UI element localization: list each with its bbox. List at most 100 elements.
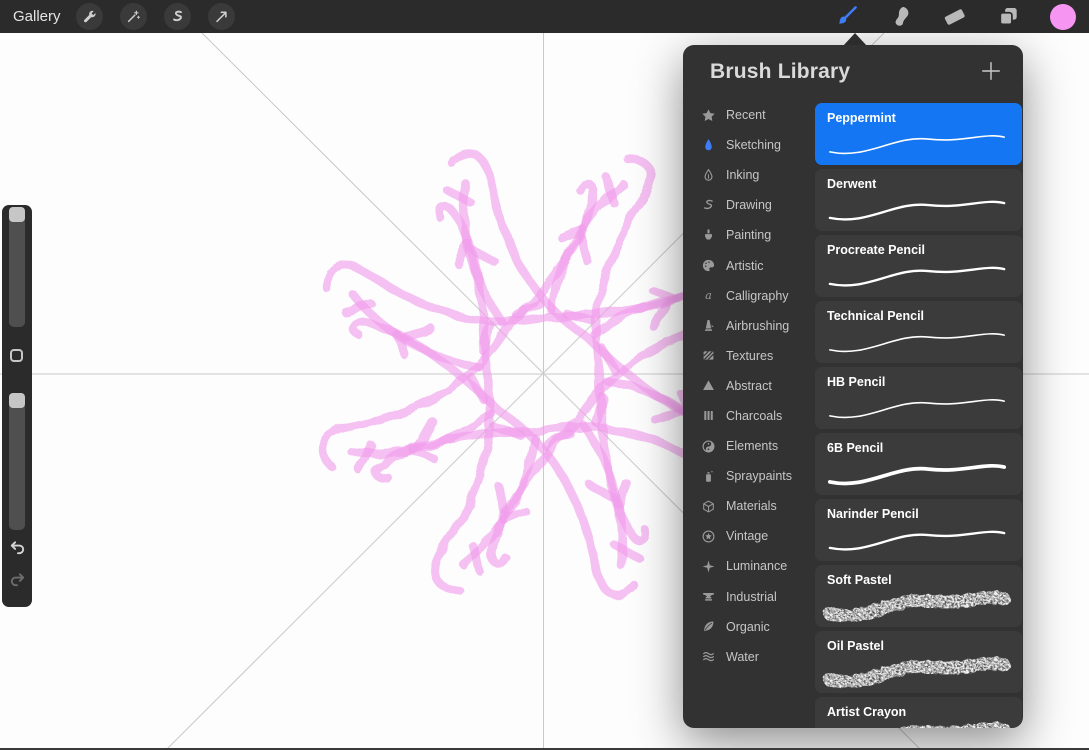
brush-item-6b-pencil[interactable]: 6B Pencil (815, 433, 1022, 495)
layers-icon (996, 4, 1021, 29)
category-label: Calligraphy (726, 289, 789, 303)
brush-size-slider[interactable] (9, 207, 25, 327)
sidebar (2, 205, 32, 607)
brush-name: Soft Pastel (827, 573, 892, 587)
procreate-app: Gallery Brush Library Recent Sketching Ink… (0, 0, 1089, 750)
category-painting[interactable]: Painting (699, 220, 811, 250)
squiggle-icon (699, 198, 717, 213)
ink-nib-icon (699, 168, 717, 183)
category-label: Recent (726, 108, 766, 122)
add-brush-button[interactable] (979, 60, 1003, 84)
brush-stroke-sample (820, 325, 1017, 361)
category-sketching[interactable]: Sketching (699, 130, 811, 160)
cube-icon (699, 499, 717, 514)
brush-item-artist-crayon[interactable]: Artist Crayon (815, 697, 1022, 728)
category-label: Materials (726, 499, 777, 513)
brush-name: Narinder Pencil (827, 507, 919, 521)
opacity-slider[interactable] (9, 393, 25, 530)
brush-item-technical-pencil[interactable]: Technical Pencil (815, 301, 1022, 363)
category-label: Charcoals (726, 409, 782, 423)
brush-stroke-sample (820, 391, 1017, 427)
category-label: Inking (726, 168, 759, 182)
adjustments-button[interactable] (120, 3, 147, 30)
category-vintage[interactable]: Vintage (699, 521, 811, 551)
brush-item-oil-pastel[interactable]: Oil Pastel (815, 631, 1022, 693)
brush-name: Oil Pastel (827, 639, 884, 653)
category-spraypaints[interactable]: Spraypaints (699, 461, 811, 491)
brush-stroke-sample (820, 259, 1017, 295)
category-airbrushing[interactable]: Airbrushing (699, 311, 811, 341)
category-abstract[interactable]: Abstract (699, 371, 811, 401)
selection-s-icon (170, 9, 185, 24)
wrench-icon (82, 9, 97, 24)
svg-text:a: a (705, 289, 712, 302)
yin-yang-icon (699, 439, 717, 454)
magic-wand-icon (126, 9, 141, 24)
redo-button[interactable] (5, 569, 29, 593)
brush-name: Procreate Pencil (827, 243, 925, 257)
category-label: Spraypaints (726, 469, 792, 483)
category-label: Water (726, 650, 759, 664)
category-label: Artistic (726, 259, 764, 273)
smudge-tool-button[interactable] (888, 4, 913, 29)
category-label: Elements (726, 439, 778, 453)
brush-name: Peppermint (827, 111, 896, 125)
palette-icon (699, 258, 717, 273)
waves-icon (699, 649, 717, 664)
brush-stroke-sample (820, 193, 1017, 229)
star-icon (699, 108, 717, 123)
gallery-button[interactable]: Gallery (0, 8, 61, 25)
actions-button[interactable] (76, 3, 103, 30)
layers-button[interactable] (996, 4, 1021, 29)
category-luminance[interactable]: Luminance (699, 551, 811, 581)
category-label: Organic (726, 620, 770, 634)
category-materials[interactable]: Materials (699, 491, 811, 521)
category-textures[interactable]: Textures (699, 341, 811, 371)
pencil-tip-icon (699, 138, 717, 153)
category-label: Airbrushing (726, 319, 789, 333)
brush-item-peppermint[interactable]: Peppermint (815, 103, 1022, 165)
airbrush-icon (699, 318, 717, 333)
transform-button[interactable] (208, 3, 235, 30)
top-toolbar: Gallery (0, 0, 1089, 33)
erase-tool-button[interactable] (942, 4, 967, 29)
modify-button[interactable] (10, 349, 23, 362)
brush-item-derwent[interactable]: Derwent (815, 169, 1022, 231)
category-water[interactable]: Water (699, 642, 811, 672)
smudge-icon (888, 4, 913, 29)
leaf-icon (699, 619, 717, 634)
brush-item-narinder-pencil[interactable]: Narinder Pencil (815, 499, 1022, 561)
brush-icon (834, 4, 859, 29)
selection-button[interactable] (164, 3, 191, 30)
spray-can-icon (699, 469, 717, 484)
paint-tool-button[interactable] (834, 4, 859, 29)
color-swatch-button[interactable] (1050, 4, 1076, 30)
category-artistic[interactable]: Artistic (699, 250, 811, 280)
opacity-handle[interactable] (9, 393, 25, 408)
circled-star-icon (699, 529, 717, 544)
panel-title: Brush Library (710, 60, 850, 84)
category-elements[interactable]: Elements (699, 431, 811, 461)
brush-item-hb-pencil[interactable]: HB Pencil (815, 367, 1022, 429)
category-label: Painting (726, 228, 771, 242)
category-charcoals[interactable]: Charcoals (699, 401, 811, 431)
category-recent[interactable]: Recent (699, 100, 811, 130)
brush-name: Technical Pencil (827, 309, 924, 323)
category-label: Abstract (726, 379, 772, 393)
brush-size-handle[interactable] (9, 207, 25, 222)
brush-item-procreate-pencil[interactable]: Procreate Pencil (815, 235, 1022, 297)
undo-button[interactable] (5, 537, 29, 561)
category-label: Industrial (726, 590, 777, 604)
brush-item-soft-pastel[interactable]: Soft Pastel (815, 565, 1022, 627)
brush-category-list: Recent Sketching Inking Drawing Painting Arti… (699, 100, 811, 672)
category-drawing[interactable]: Drawing (699, 190, 811, 220)
category-organic[interactable]: Organic (699, 612, 811, 642)
brush-stroke-sample (820, 457, 1017, 493)
brush-stroke-sample (820, 655, 1017, 691)
category-inking[interactable]: Inking (699, 160, 811, 190)
brush-name: 6B Pencil (827, 441, 883, 455)
category-industrial[interactable]: Industrial (699, 582, 811, 612)
category-calligraphy[interactable]: a Calligraphy (699, 281, 811, 311)
brush-name: HB Pencil (827, 375, 885, 389)
sparkle-icon (699, 559, 717, 574)
